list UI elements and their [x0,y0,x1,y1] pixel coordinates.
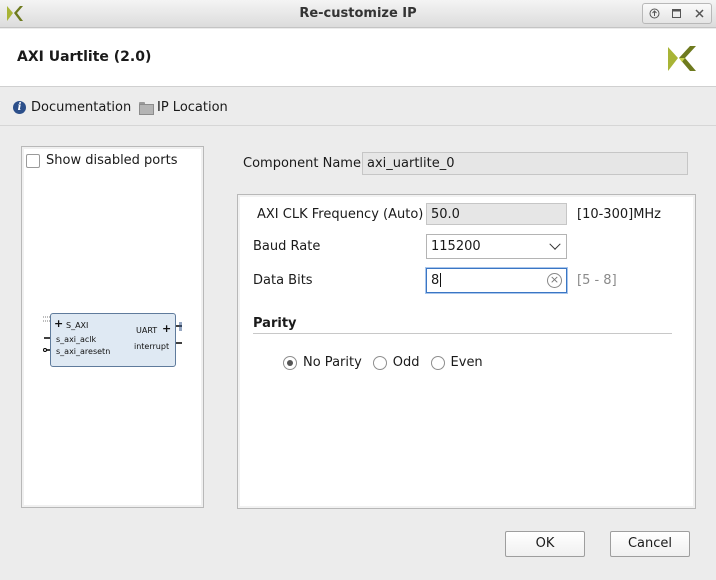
port-s-axi-aresetn: s_axi_aresetn [56,347,111,356]
window-title: Re-customize IP [299,6,417,21]
component-name-field[interactable]: axi_uartlite_0 [362,152,688,175]
data-bits-value: 8 [431,273,440,288]
chevron-down-icon[interactable] [549,238,561,250]
link-toolbar: i Documentation IP Location [0,88,716,126]
text-caret [440,273,442,287]
port-s-axi-aclk: s_axi_aclk [56,335,97,344]
radio-indicator[interactable] [430,355,445,370]
radio-even[interactable]: Even [430,355,483,370]
symbol-panel: Show disabled ports + S_AXI s_axi_aclk s… [21,146,204,508]
clk-freq-range: [10-300]MHz [577,207,662,222]
show-disabled-ports-option[interactable]: Show disabled ports [26,153,177,168]
clear-icon[interactable]: × [547,273,562,288]
restore-up-icon[interactable] [647,7,661,21]
baud-rate-value: 115200 [431,239,481,254]
main-content: Show disabled ports + S_AXI s_axi_aclk s… [8,138,708,518]
port-s-axi: S_AXI [66,321,89,330]
plus-icon: + [54,317,64,330]
plus-icon: + [162,322,172,335]
radio-even-label: Even [450,355,483,370]
ip-header: AXI Uartlite (2.0) [0,29,716,87]
parity-radio-group: No Parity Odd Even [283,355,494,370]
folder-icon [139,102,154,115]
baud-rate-label: Baud Rate [253,239,321,254]
clk-freq-field: 50.0 [426,203,567,225]
radio-odd[interactable]: Odd [372,355,420,370]
xilinx-logo-icon [666,43,698,79]
ok-button[interactable]: OK [505,531,585,557]
radio-no-parity[interactable]: No Parity [283,355,362,370]
ip-title: AXI Uartlite (2.0) [17,49,152,65]
radio-indicator-checked[interactable] [283,355,297,370]
documentation-link[interactable]: i Documentation [13,100,131,115]
parameters-panel: AXI CLK Frequency (Auto) 50.0 [10-300]MH… [237,194,696,509]
ip-location-link[interactable]: IP Location [139,100,228,115]
port-uart: UART [136,326,158,335]
parity-section-title: Parity [253,316,297,331]
close-icon[interactable] [693,7,707,21]
window-controls [642,3,712,24]
ip-location-label: IP Location [157,100,228,115]
data-bits-label: Data Bits [253,273,313,288]
radio-no-parity-label: No Parity [303,355,362,370]
documentation-label: Documentation [31,100,132,115]
show-disabled-ports-checkbox[interactable] [26,153,40,168]
port-interrupt: interrupt [134,342,170,351]
clk-freq-label: AXI CLK Frequency (Auto) [257,207,424,222]
parity-divider [253,333,672,334]
show-disabled-ports-label: Show disabled ports [46,153,178,168]
cancel-button[interactable]: Cancel [610,531,690,557]
window-titlebar: Re-customize IP [0,0,716,28]
maximize-icon[interactable] [670,7,684,21]
info-icon: i [13,101,26,114]
radio-indicator[interactable] [372,355,387,370]
component-name-label: Component Name [243,156,361,171]
data-bits-input[interactable]: 8 × [426,268,567,293]
data-bits-range: [5 - 8] [577,273,617,288]
radio-odd-label: Odd [392,355,420,370]
baud-rate-select[interactable]: 115200 [426,234,567,259]
ip-block-symbol: + S_AXI s_axi_aclk s_axi_aresetn UART + … [43,313,182,369]
